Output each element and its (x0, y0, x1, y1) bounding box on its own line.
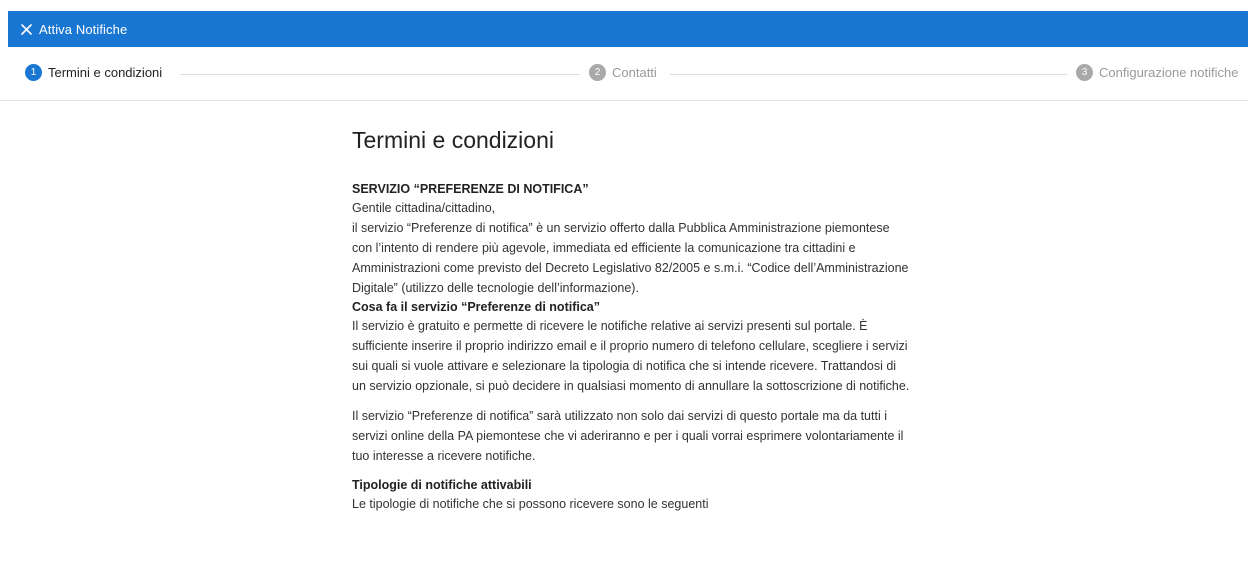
step-label: Termini e condizioni (48, 65, 163, 80)
section-heading: Cosa fa il servizio “Preferenze di notif… (352, 300, 600, 314)
page-title: Termini e condizioni (352, 127, 554, 153)
step-label: Configurazione notifiche (1099, 65, 1239, 80)
step-terms[interactable]: 1 Termini e condizioni (25, 64, 162, 81)
step-contacts[interactable]: 2 Contatti (589, 64, 657, 81)
greeting-text: Gentile cittadina/cittadino, (352, 201, 496, 215)
step-number: 2 (589, 64, 606, 81)
app-header: Attiva Notifiche (8, 11, 1248, 47)
stepper: 1 Termini e condizioni 2 Contatti 3 Conf… (0, 47, 1248, 101)
section-heading: SERVIZIO “PREFERENZE DI NOTIFICA” (352, 182, 589, 196)
paragraph: il servizio “Preferenze di notifica” è u… (352, 221, 909, 295)
section-heading: Tipologie di notifiche attivabili (352, 478, 532, 492)
paragraph: Il servizio è gratuito e permette di ric… (352, 319, 910, 393)
step-connector (670, 74, 1067, 75)
header-title: Attiva Notifiche (39, 21, 128, 37)
paragraph: Il servizio “Preferenze di notifica” sar… (352, 409, 904, 463)
step-connector (180, 74, 580, 75)
close-icon[interactable] (19, 22, 33, 36)
step-configuration[interactable]: 3 Configurazione notifiche (1076, 64, 1238, 81)
paragraph: Le tipologie di notifiche che si possono… (352, 497, 709, 511)
step-label: Contatti (612, 65, 657, 80)
step-number: 1 (25, 64, 42, 81)
terms-content: Termini e condizioni SERVIZIO “PREFERENZ… (352, 124, 912, 514)
step-number: 3 (1076, 64, 1093, 81)
